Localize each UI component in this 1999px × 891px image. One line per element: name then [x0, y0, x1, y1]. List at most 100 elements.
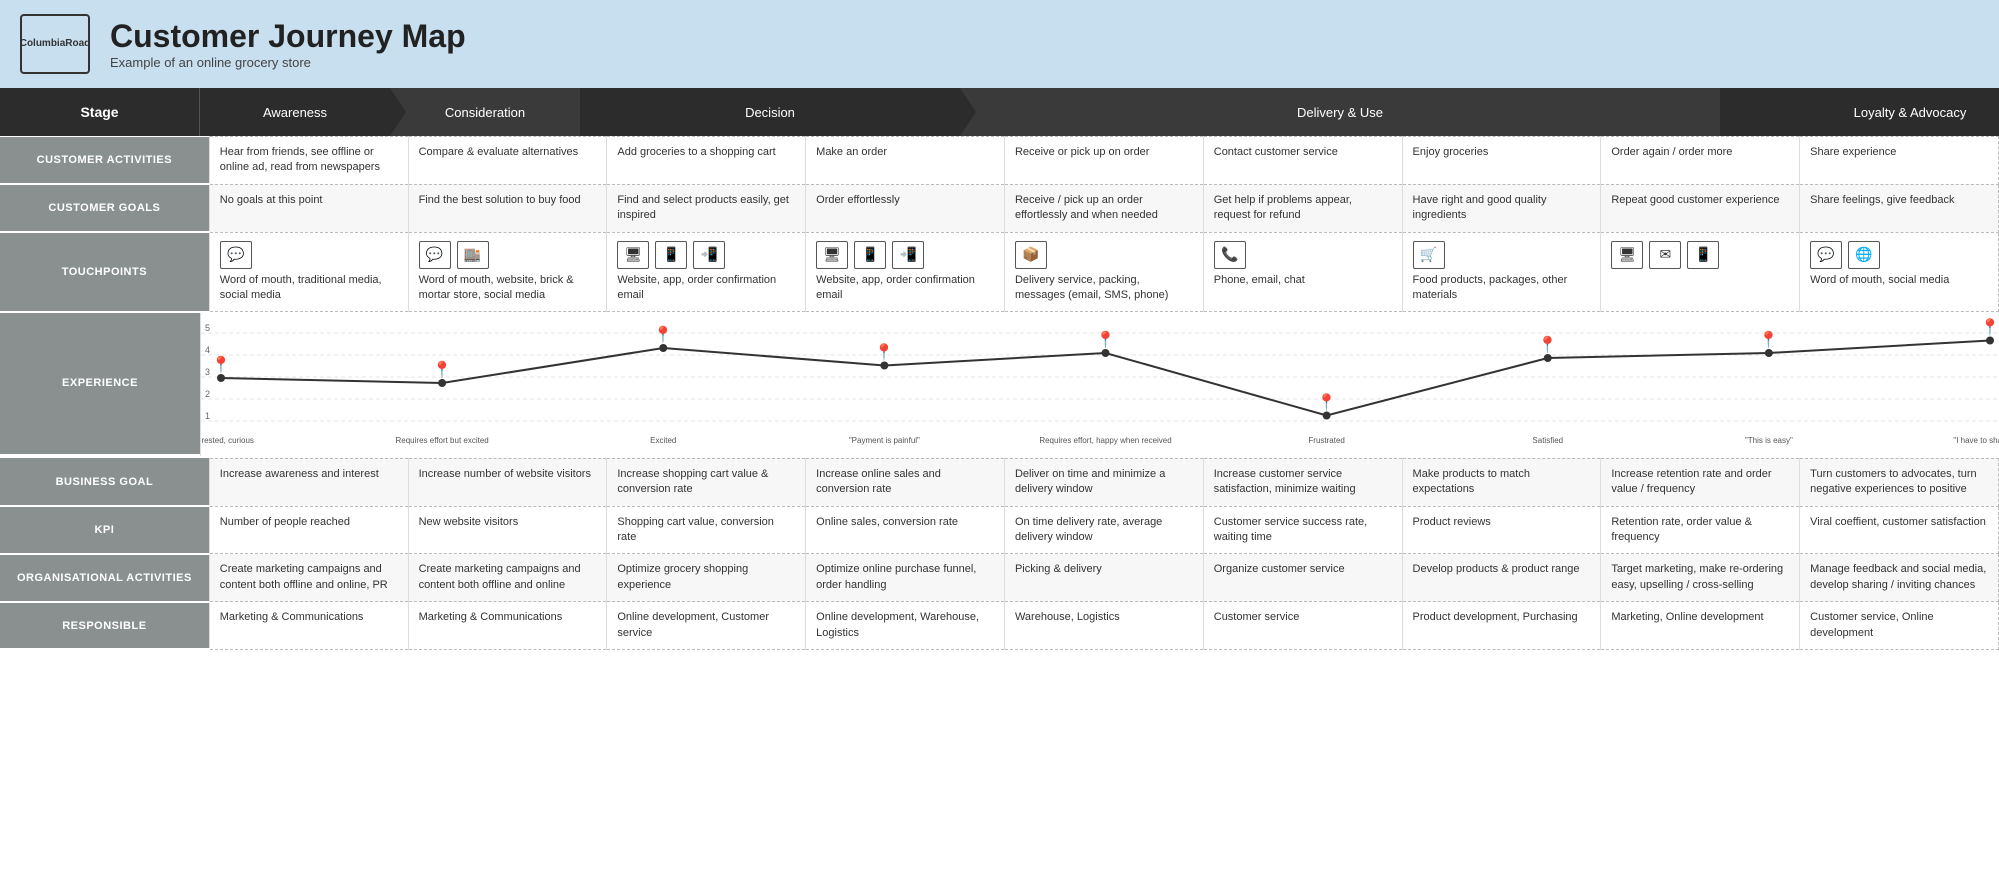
mobile-icon: 📲: [693, 241, 725, 269]
ca-cell-delivery2: Contact customer service: [1203, 137, 1402, 185]
resp-cell-6: Product development, Purchasing: [1402, 602, 1601, 650]
oa-cell-2: Optimize grocery shopping experience: [607, 554, 806, 602]
phase-awareness: Awareness: [200, 88, 390, 136]
food-icon: 🛒: [1413, 241, 1445, 269]
tp-cell-decision1: 🖥 📱 📲 Website, app, order confirmation e…: [607, 232, 806, 312]
svg-text:📍: 📍: [1317, 392, 1337, 411]
resp-cell-0: Marketing & Communications: [209, 602, 408, 650]
desktop-icon: 🖥: [617, 241, 649, 269]
tp-cell-loyalty2: 💬 🌐 Word of mouth, social media: [1800, 232, 1999, 312]
cg-cell-loyalty1: Repeat good customer experience: [1601, 184, 1800, 232]
svg-text:3: 3: [205, 367, 210, 377]
cg-cell-delivery3: Have right and good quality ingredients: [1402, 184, 1601, 232]
customer-goals-row: CUSTOMER GOALS No goals at this point Fi…: [0, 184, 1999, 232]
kpi-cell-0: Number of people reached: [209, 506, 408, 554]
svg-text:📍: 📍: [1538, 335, 1558, 354]
svg-text:1: 1: [205, 411, 210, 421]
desktop-icon-3: 🖥: [1611, 241, 1643, 269]
kpi-cell-1: New website visitors: [408, 506, 607, 554]
ca-cell-awareness: Hear from friends, see offline or online…: [209, 137, 408, 185]
kpi-cell-3: Online sales, conversion rate: [806, 506, 1005, 554]
tp-cell-delivery3: 🛒 Food products, packages, other materia…: [1402, 232, 1601, 312]
mobile-icon-2: 📲: [892, 241, 924, 269]
tp-icons-decision2: 🖥 📱 📲: [816, 241, 994, 269]
stage-phases: Awareness Consideration Decision Deliver…: [200, 88, 1999, 136]
bg-cell-6: Make products to match expectations: [1402, 458, 1601, 506]
phase-consideration: Consideration: [390, 88, 580, 136]
responsible-row: RESPONSIBLE Marketing & Communications M…: [0, 602, 1999, 650]
ca-cell-loyalty1: Order again / order more: [1601, 137, 1800, 185]
ca-cell-decision2: Make an order: [806, 137, 1005, 185]
ca-cell-loyalty2: Share experience: [1800, 137, 1999, 185]
svg-text:📍: 📍: [1096, 330, 1116, 349]
tp-cell-loyalty1: 🖥 ✉ 📱: [1601, 232, 1800, 312]
svg-text:📍: 📍: [653, 325, 673, 344]
svg-text:Requires effort, happy when re: Requires effort, happy when received: [1039, 436, 1171, 445]
svg-text:2: 2: [205, 389, 210, 399]
svg-text:Frustrated: Frustrated: [1308, 436, 1344, 445]
phase-decision: Decision: [580, 88, 960, 136]
cg-cell-delivery2: Get help if problems appear, request for…: [1203, 184, 1402, 232]
journey-map-table-lower: BUSINESS GOAL Increase awareness and int…: [0, 458, 1999, 651]
kpi-cell-4: On time delivery rate, average delivery …: [1004, 506, 1203, 554]
bg-cell-8: Turn customers to advocates, turn negati…: [1800, 458, 1999, 506]
oa-cell-3: Optimize online purchase funnel, order h…: [806, 554, 1005, 602]
oa-cell-5: Organize customer service: [1203, 554, 1402, 602]
svg-text:📍: 📍: [874, 342, 894, 361]
tp-icons-awareness: 💬: [220, 241, 398, 269]
delivery-icon: 📦: [1015, 241, 1047, 269]
kpi-row: KPI Number of people reached New website…: [0, 506, 1999, 554]
organisational-label: ORGANISATIONAL ACTIVITIES: [0, 554, 209, 602]
svg-text:"I have to share this": "I have to share this": [1953, 436, 1999, 445]
cg-cell-loyalty2: Share feelings, give feedback: [1800, 184, 1999, 232]
business-goal-row: BUSINESS GOAL Increase awareness and int…: [0, 458, 1999, 506]
svg-text:Interested, curious: Interested, curious: [201, 436, 254, 445]
journey-map-table: CUSTOMER ACTIVITIES Hear from friends, s…: [0, 136, 1999, 313]
tablet-icon: 📱: [655, 241, 687, 269]
customer-goals-label: CUSTOMER GOALS: [0, 184, 209, 232]
tp-cell-delivery2: 📞 Phone, email, chat: [1203, 232, 1402, 312]
tp-cell-delivery1: 📦 Delivery service, packing, messages (e…: [1004, 232, 1203, 312]
tp-icons-delivery2: 📞: [1214, 241, 1392, 269]
page-subtitle: Example of an online grocery store: [110, 55, 466, 70]
kpi-cell-5: Customer service success rate, waiting t…: [1203, 506, 1402, 554]
tp-icons-delivery3: 🛒: [1413, 241, 1591, 269]
touchpoints-label: TOUCHPOINTS: [0, 232, 209, 312]
tp-icons-decision1: 🖥 📱 📲: [617, 241, 795, 269]
svg-text:📍: 📍: [211, 355, 231, 374]
store-icon: 🏬: [457, 241, 489, 269]
ca-cell-consideration: Compare & evaluate alternatives: [408, 137, 607, 185]
touchpoints-row: TOUCHPOINTS 💬 Word of mouth, traditional…: [0, 232, 1999, 312]
oa-cell-1: Create marketing campaigns and content b…: [408, 554, 607, 602]
cg-cell-consideration: Find the best solution to buy food: [408, 184, 607, 232]
tp-icons-loyalty2: 💬 🌐: [1810, 241, 1988, 269]
page-header: Columbia Road Customer Journey Map Examp…: [0, 0, 1999, 88]
tablet-icon-2: 📱: [854, 241, 886, 269]
chat-icon: 💬: [220, 241, 252, 269]
resp-cell-1: Marketing & Communications: [408, 602, 607, 650]
phase-loyalty: Loyalty & Advocacy: [1720, 88, 1999, 136]
svg-text:Requires effort but excited: Requires effort but excited: [396, 436, 489, 445]
phone-icon: 📞: [1214, 241, 1246, 269]
bg-cell-7: Increase retention rate and order value …: [1601, 458, 1800, 506]
oa-cell-8: Manage feedback and social media, develo…: [1800, 554, 1999, 602]
cg-cell-decision1: Find and select products easily, get ins…: [607, 184, 806, 232]
tp-cell-awareness: 💬 Word of mouth, traditional media, soci…: [209, 232, 408, 312]
oa-cell-0: Create marketing campaigns and content b…: [209, 554, 408, 602]
responsible-label: RESPONSIBLE: [0, 602, 209, 650]
kpi-cell-8: Viral coeffient, customer satisfaction: [1800, 506, 1999, 554]
svg-text:Satisfied: Satisfied: [1532, 436, 1563, 445]
bg-cell-0: Increase awareness and interest: [209, 458, 408, 506]
tp-cell-consideration: 💬 🏬 Word of mouth, website, brick & mort…: [408, 232, 607, 312]
cg-cell-delivery1: Receive / pick up an order effortlessly …: [1004, 184, 1203, 232]
kpi-cell-7: Retention rate, order value & frequency: [1601, 506, 1800, 554]
cg-cell-decision2: Order effortlessly: [806, 184, 1005, 232]
kpi-cell-6: Product reviews: [1402, 506, 1601, 554]
logo: Columbia Road: [20, 14, 90, 74]
chat-icon-2: 💬: [419, 241, 451, 269]
bg-cell-1: Increase number of website visitors: [408, 458, 607, 506]
resp-cell-5: Customer service: [1203, 602, 1402, 650]
bg-cell-4: Deliver on time and minimize a delivery …: [1004, 458, 1203, 506]
web-icon: 🌐: [1848, 241, 1880, 269]
ca-cell-delivery1: Receive or pick up on order: [1004, 137, 1203, 185]
